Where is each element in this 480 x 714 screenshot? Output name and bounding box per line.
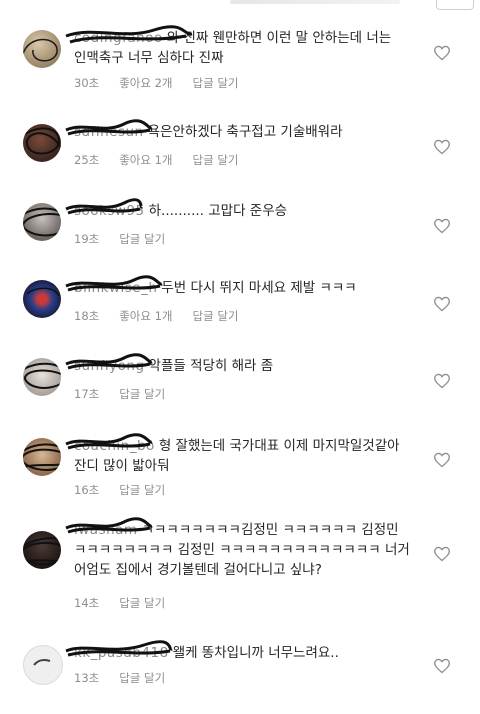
comment-time: 14초 xyxy=(74,596,100,610)
heart-icon[interactable] xyxy=(433,296,451,312)
reply-button[interactable]: 답글 달기 xyxy=(119,231,165,247)
heart-icon[interactable] xyxy=(433,452,451,468)
comment-time: 18초 xyxy=(74,309,100,323)
comment-username[interactable]: codingfanoo xyxy=(65,25,193,48)
heart-icon[interactable] xyxy=(433,139,451,155)
comment-meta: 14초 답글 달기 xyxy=(74,595,185,611)
comment-username[interactable]: kk_pasdb418 xyxy=(65,640,173,663)
heart-icon[interactable] xyxy=(433,373,451,389)
avatar[interactable] xyxy=(23,438,61,476)
redaction-scribble xyxy=(65,353,153,370)
comment-text: sunflyong 악플들 적당히 해라 좀 xyxy=(65,353,414,376)
comment-meta: 17초 답글 달기 xyxy=(74,386,185,402)
avatar[interactable] xyxy=(23,203,61,241)
comment-time: 25초 xyxy=(74,153,100,167)
heart-icon[interactable] xyxy=(433,218,451,234)
avatar[interactable] xyxy=(23,358,61,396)
comment-text: sdfinesun 욕은안하겠다 축구접고 기술배워라 xyxy=(65,119,414,142)
comment-text: kk_pasdb418 왤케 똥차입니까 너무느려요.. xyxy=(65,640,414,663)
redaction-scribble xyxy=(23,443,61,471)
redaction-scribble xyxy=(65,433,153,450)
comment-time: 19초 xyxy=(74,232,100,246)
redaction-scribble xyxy=(23,38,58,62)
comment-likes[interactable]: 좋아요 1개 xyxy=(119,308,172,324)
comment-meta: 13초 답글 달기 xyxy=(74,670,185,686)
status-bar-fragment xyxy=(0,0,480,12)
faded-header-text xyxy=(230,0,400,4)
comment-text: sooksw95 하.......... 고맙다 준우승 xyxy=(65,198,414,221)
avatar[interactable] xyxy=(23,30,61,68)
comment-likes[interactable]: 좋아요 2개 xyxy=(119,75,172,91)
comment-text: coachin_bo 형 잘했는데 국가대표 이제 마지막일것같아 잔디 많이 … xyxy=(65,433,414,476)
avatar[interactable] xyxy=(23,645,63,685)
comment-time: 30초 xyxy=(74,76,100,90)
heart-icon[interactable] xyxy=(433,45,451,61)
avatar[interactable] xyxy=(23,280,61,318)
redaction-scribble xyxy=(23,127,61,155)
comment-time: 16초 xyxy=(74,483,100,497)
comment-likes[interactable]: 좋아요 1개 xyxy=(119,152,172,168)
reply-button[interactable]: 답글 달기 xyxy=(119,386,165,402)
comment-meta: 19초 답글 달기 xyxy=(74,231,185,247)
comment-username[interactable]: sdfinesun xyxy=(65,119,153,142)
avatar[interactable] xyxy=(23,531,61,569)
redaction-scribble xyxy=(65,119,153,136)
reply-button[interactable]: 답글 달기 xyxy=(119,595,165,611)
heart-icon[interactable] xyxy=(433,546,451,562)
comment-text: blinkwise_h 두번 다시 뛰지 마세요 제발 ㅋㅋㅋ xyxy=(65,275,414,298)
reply-button[interactable]: 답글 달기 xyxy=(193,75,239,91)
redaction-scribble xyxy=(65,640,173,657)
redaction-scribble xyxy=(65,25,193,44)
comment-meta: 25초 좋아요 1개 답글 달기 xyxy=(74,152,259,168)
comment-meta: 16초 답글 달기 xyxy=(74,482,185,498)
reply-button[interactable]: 답글 달기 xyxy=(119,482,165,498)
comment-username[interactable]: sunflyong xyxy=(65,353,153,376)
redaction-scribble xyxy=(26,287,60,297)
comment-meta: 18초 좋아요 1개 답글 달기 xyxy=(74,308,259,324)
redaction-scribble xyxy=(65,275,163,292)
comment-time: 13초 xyxy=(74,671,100,685)
comment-username[interactable]: sooksw95 xyxy=(65,198,145,221)
comment-time: 17초 xyxy=(74,387,100,401)
reply-button[interactable]: 답글 달기 xyxy=(193,152,239,168)
comment-text: lwasnam ㅋㅋㅋㅋㅋㅋㅋㅋ김정민 ㅋㅋㅋㅋㅋㅋ 김정민 ㅋㅋㅋㅋㅋㅋㅋㅋ … xyxy=(65,517,414,580)
redaction-scribble xyxy=(65,517,153,534)
heart-icon[interactable] xyxy=(433,658,451,674)
comment-meta: 30초 좋아요 2개 답글 달기 xyxy=(74,75,259,91)
default-avatar-icon xyxy=(33,659,51,666)
avatar[interactable] xyxy=(23,124,61,162)
redaction-scribble xyxy=(23,362,61,389)
redaction-scribble xyxy=(23,537,61,566)
reply-button[interactable]: 답글 달기 xyxy=(193,308,239,324)
comment-text: codingfanoo 와 진짜 웬만하면 이런 말 안하는데 너는 인맥축구 … xyxy=(65,25,414,68)
comment-username[interactable]: lwasnam xyxy=(65,517,153,540)
redaction-scribble xyxy=(65,198,144,215)
comment-username[interactable]: blinkwise_h xyxy=(65,275,163,298)
header-button[interactable] xyxy=(436,0,474,10)
redaction-scribble xyxy=(23,207,61,237)
comment-username[interactable]: coachin_bo xyxy=(65,433,155,456)
reply-button[interactable]: 답글 달기 xyxy=(119,670,165,686)
